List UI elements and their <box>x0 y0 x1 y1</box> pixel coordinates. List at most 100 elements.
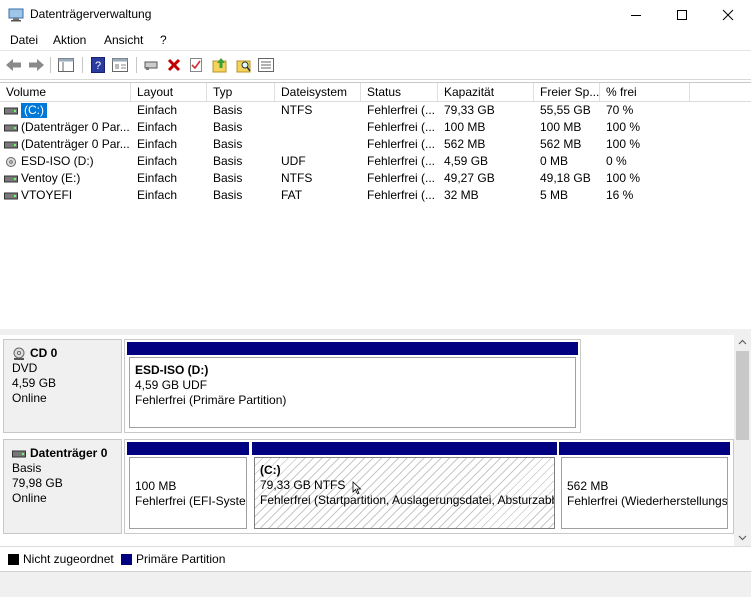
cell-status: Fehlerfrei (... <box>367 188 436 202</box>
disk-map-scrollbar[interactable] <box>734 335 751 546</box>
table-row[interactable]: VTOYEFI Einfach Basis FAT Fehlerfrei (... 32 … <box>0 187 751 204</box>
menu-bar: Datei Aktion Ansicht ? <box>0 30 751 51</box>
back-icon <box>6 59 21 71</box>
window-title: Datenträgerverwaltung <box>30 7 152 21</box>
volume-list: Volume Layout Typ Dateisystem Status Kap… <box>0 82 751 330</box>
cell-type: Basis <box>213 171 243 185</box>
partition-body-selected: (C:) 79,33 GB NTFS Fehlerfrei (Startpart… <box>254 457 555 529</box>
properties-button[interactable] <box>110 55 130 75</box>
cell-free: 5 MB <box>540 188 569 202</box>
scroll-down-icon[interactable] <box>738 535 747 541</box>
primary-partition-bar <box>127 442 249 455</box>
disk-map: CD 0 DVD 4,59 GB Online ESD-ISO (D:) 4,5… <box>0 335 751 546</box>
partition-esd-iso[interactable]: ESD-ISO (D:) 4,59 GB UDF Fehlerfrei (Pri… <box>127 342 578 430</box>
delete-button[interactable] <box>164 55 184 75</box>
forward-button[interactable] <box>26 55 46 75</box>
disk-type-cd0: DVD <box>12 361 38 375</box>
volume-icon <box>4 175 18 182</box>
cell-fs <box>275 119 361 136</box>
menu-ansicht[interactable]: Ansicht <box>104 33 143 47</box>
check-button[interactable] <box>186 55 206 75</box>
close-button[interactable] <box>705 0 751 30</box>
console-tree-button[interactable] <box>56 55 76 75</box>
disk-label-disk0[interactable]: Datenträger 0 Basis 79,98 GB Online <box>3 439 122 534</box>
table-row[interactable]: (C:) Einfach Basis NTFS Fehlerfrei (... 79,33… <box>0 102 751 119</box>
cell-type: Basis <box>213 154 243 168</box>
volume-name: (C:) <box>21 103 47 118</box>
disk-area-cd0: ESD-ISO (D:) 4,59 GB UDF Fehlerfrei (Pri… <box>124 339 581 433</box>
cell-fs <box>275 136 361 153</box>
cell-layout: Einfach <box>137 103 178 117</box>
column-kapazitaet[interactable]: Kapazität <box>438 83 534 101</box>
svg-text:?: ? <box>95 60 101 72</box>
maximize-button[interactable] <box>659 0 705 30</box>
cell-status: Fehlerfrei (... <box>367 171 436 185</box>
cell-layout: Einfach <box>137 171 178 185</box>
cell-layout: Einfach <box>137 120 178 134</box>
cell-free: 49,18 GB <box>540 171 591 185</box>
cell-name: (C:) <box>0 102 131 119</box>
disk-label-cd0[interactable]: CD 0 DVD 4,59 GB Online <box>3 339 122 433</box>
cell-pct: 100 % <box>606 120 641 134</box>
partition-efi[interactable]: 100 MB Fehlerfrei (EFI-Systempartition) <box>127 442 249 531</box>
partition-c[interactable]: (C:) 79,33 GB NTFS Fehlerfrei (Startpart… <box>252 442 557 531</box>
list-view-button[interactable] <box>256 55 276 75</box>
column-prozent-frei[interactable]: % frei <box>600 83 690 101</box>
cell-capacity: 32 MB <box>444 188 479 202</box>
table-row[interactable]: (Datenträger 0 Par... Einfach Basis Fehlerf… <box>0 136 751 153</box>
partition-recovery[interactable]: 562 MB Fehlerfrei (Wiederherstellungspar… <box>559 442 730 531</box>
disk-name-disk0: Datenträger 0 <box>12 446 121 461</box>
cell-capacity: 49,27 GB <box>444 171 495 185</box>
cell-layout: Einfach <box>137 137 178 151</box>
column-freier-speicher[interactable]: Freier Sp... <box>534 83 600 101</box>
toolbar-separator <box>50 57 51 73</box>
partition-body: 100 MB Fehlerfrei (EFI-Systempartition) <box>129 457 247 529</box>
toolbar-separator <box>82 57 83 73</box>
cell-type: Basis <box>213 120 243 134</box>
column-typ[interactable]: Typ <box>207 83 275 101</box>
cell-free: 55,55 GB <box>540 103 591 117</box>
maximize-icon <box>677 10 687 20</box>
cell-type: Basis <box>213 103 243 117</box>
menu-datei[interactable]: Datei <box>10 33 38 47</box>
table-row[interactable]: ESD-ISO (D:) Einfach Basis UDF Fehlerfrei (.… <box>0 153 751 170</box>
table-row[interactable]: (Datenträger 0 Par... Einfach Basis Fehlerf… <box>0 119 751 136</box>
column-layout[interactable]: Layout <box>131 83 207 101</box>
cell-type: Basis <box>213 188 243 202</box>
list-header: Volume Layout Typ Dateisystem Status Kap… <box>0 83 751 102</box>
search-folder-button[interactable] <box>234 55 254 75</box>
cell-free: 100 MB <box>540 120 582 134</box>
volume-name: ESD-ISO (D:) <box>21 154 94 168</box>
check-icon <box>190 58 202 72</box>
minimize-icon <box>631 15 641 16</box>
column-dateisystem[interactable]: Dateisystem <box>275 83 361 101</box>
folder-up-button[interactable] <box>210 55 230 75</box>
partition-status: Fehlerfrei (EFI-Systempartition) <box>135 494 246 508</box>
scroll-up-icon[interactable] <box>738 339 747 345</box>
volume-name: (Datenträger 0 Par... <box>21 120 130 134</box>
cell-status: Fehlerfrei (... <box>367 120 436 134</box>
cell-fs: UDF <box>281 154 306 168</box>
column-volume[interactable]: Volume <box>0 83 131 101</box>
delete-icon <box>167 58 181 72</box>
cell-name: ESD-ISO (D:) <box>0 153 131 170</box>
table-row[interactable]: Ventoy (E:) Einfach Basis NTFS Fehlerfrei (.… <box>0 170 751 187</box>
legend: Nicht zugeordnet Primäre Partition <box>0 546 751 571</box>
minimize-button[interactable] <box>613 0 659 30</box>
menu-aktion[interactable]: Aktion <box>53 33 86 47</box>
scrollbar-thumb[interactable] <box>736 351 749 440</box>
cell-type: Basis <box>213 137 243 151</box>
help-button[interactable]: ? <box>88 55 108 75</box>
volume-icon <box>4 141 18 148</box>
disk-type-disk0: Basis <box>12 461 42 475</box>
column-status[interactable]: Status <box>361 83 438 101</box>
primary-partition-bar <box>559 442 730 455</box>
cell-status: Fehlerfrei (... <box>367 137 436 151</box>
partition-title: (C:) <box>260 463 281 477</box>
volume-icon <box>4 107 18 114</box>
back-button[interactable] <box>4 55 24 75</box>
help-icon: ? <box>91 57 105 73</box>
connect-button[interactable] <box>142 55 162 75</box>
menu-help[interactable]: ? <box>160 33 167 47</box>
primary-partition-bar <box>252 442 557 455</box>
